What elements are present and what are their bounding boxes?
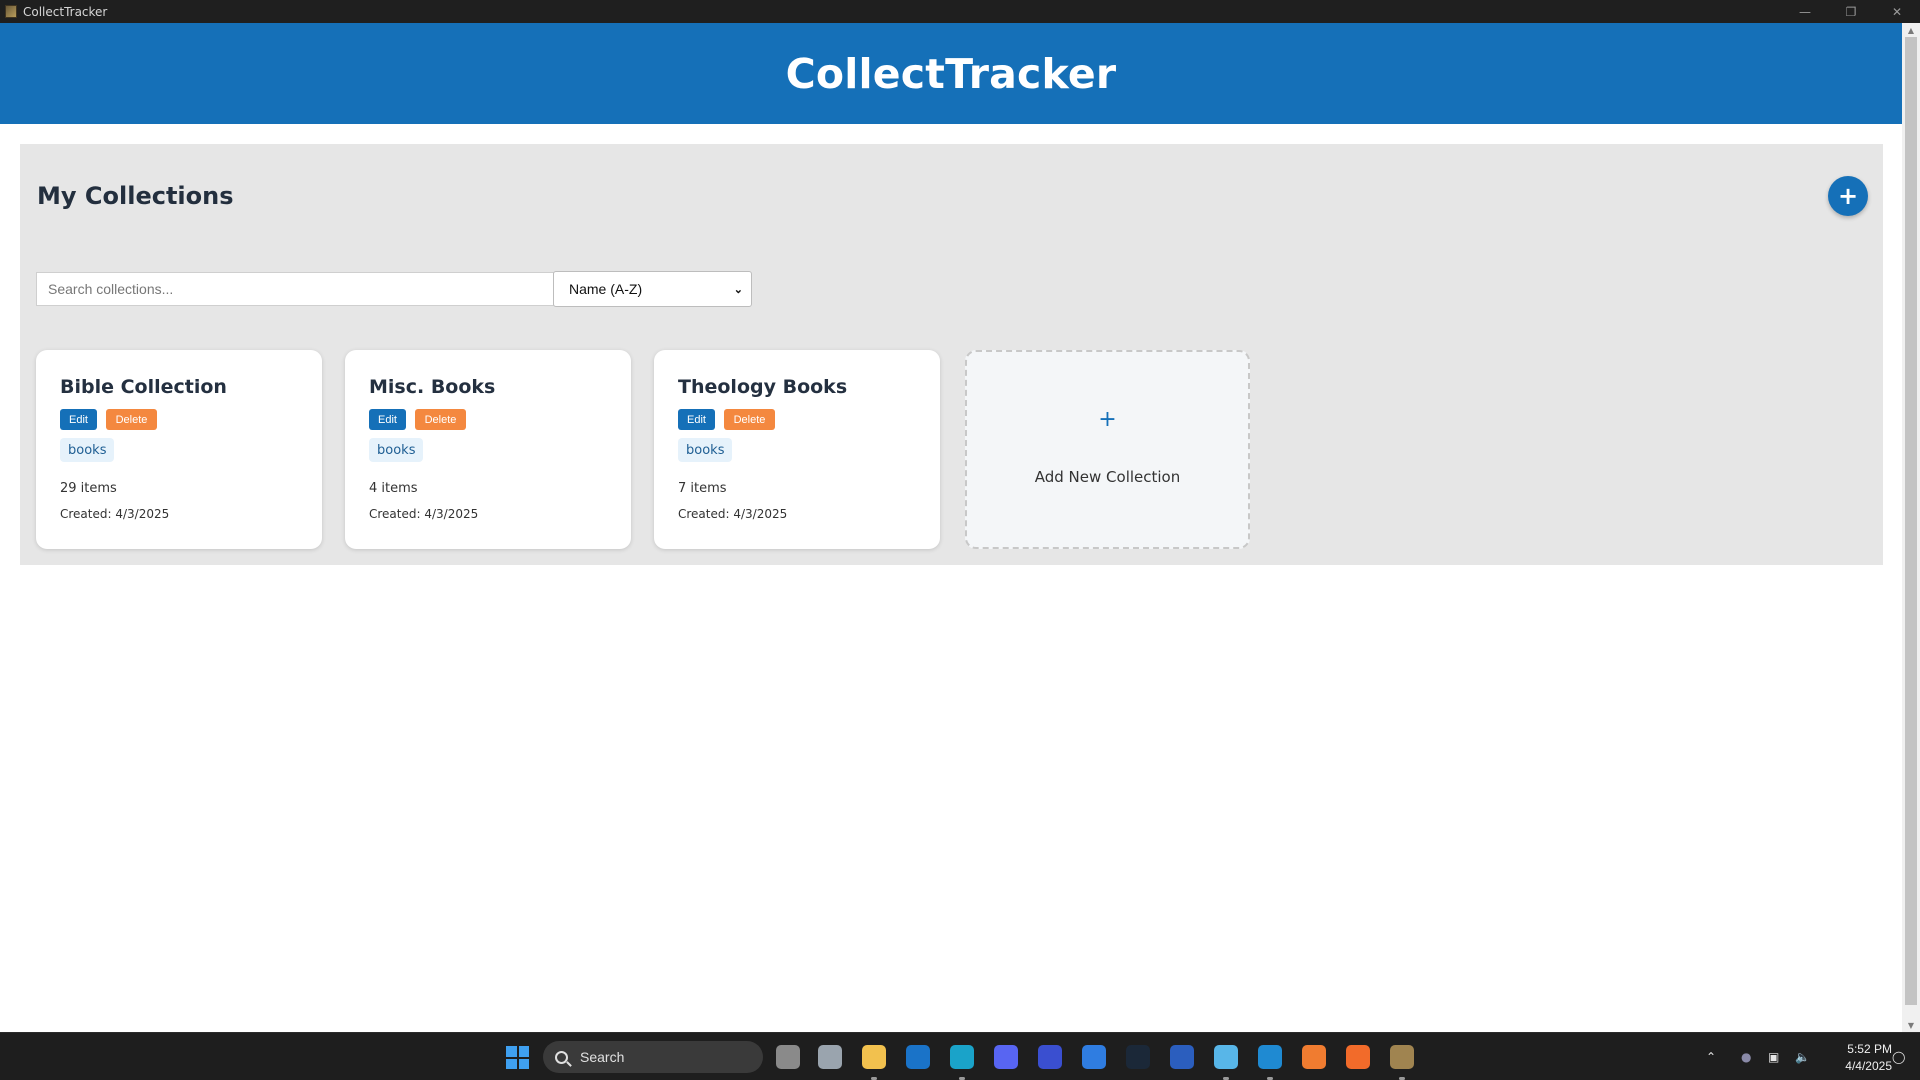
collecttracker-app-icon: [5, 5, 17, 18]
settings-icon[interactable]: [818, 1045, 842, 1069]
windows-start-icon[interactable]: [506, 1046, 529, 1069]
window-title: CollectTracker: [23, 4, 108, 19]
clock-date: 4/4/2025: [1845, 1059, 1892, 1073]
created-date: Created: 4/3/2025: [60, 507, 170, 521]
plus-icon: +: [1098, 407, 1117, 432]
clock-time: 5:52 PM: [1847, 1042, 1892, 1056]
collection-tag: books: [60, 438, 115, 462]
add-new-collection-label: Add New Collection: [1034, 468, 1181, 486]
item-count: 7 items: [678, 481, 727, 496]
volume-icon[interactable]: 🔈: [1795, 1033, 1810, 1080]
brave-icon[interactable]: [1346, 1045, 1370, 1069]
collection-title: Theology Books: [678, 376, 848, 398]
collection-title: Bible Collection: [60, 376, 227, 398]
word-icon[interactable]: [1170, 1045, 1194, 1069]
collection-card[interactable]: Bible Collection Edit Delete books 29 it…: [36, 350, 322, 549]
discord-icon[interactable]: [994, 1045, 1018, 1069]
edit-button[interactable]: Edit: [60, 409, 97, 430]
tray-overflow-icon[interactable]: ⌃: [1706, 1033, 1716, 1080]
taskbar-clock[interactable]: 5:52 PM 4/4/2025: [1822, 1041, 1892, 1075]
delete-button[interactable]: Delete: [415, 409, 466, 430]
xampp-icon[interactable]: [1302, 1045, 1326, 1069]
delete-button[interactable]: Delete: [106, 409, 157, 430]
add-new-collection-card[interactable]: + Add New Collection: [965, 350, 1250, 549]
task-view-icon[interactable]: [776, 1045, 800, 1069]
outlook-icon[interactable]: [906, 1045, 930, 1069]
created-date: Created: 4/3/2025: [369, 507, 479, 521]
search-collections-input[interactable]: [36, 272, 554, 306]
notification-bell-icon[interactable]: ◯: [1892, 1033, 1905, 1080]
taskbar-search[interactable]: Search: [543, 1041, 763, 1073]
taskbar-search-label: Search: [580, 1049, 625, 1065]
app-header: CollectTracker: [0, 23, 1902, 124]
vscode-icon[interactable]: [1258, 1045, 1282, 1069]
copilot-icon[interactable]: [1082, 1045, 1106, 1069]
microphone-icon[interactable]: ●: [1741, 1033, 1751, 1080]
edit-button[interactable]: Edit: [369, 409, 406, 430]
app-title: CollectTracker: [785, 49, 1117, 98]
collection-tag: books: [369, 438, 424, 462]
scroll-up-icon[interactable]: ▲: [1902, 23, 1920, 37]
window-titlebar: CollectTracker — ❐ ✕: [0, 0, 1920, 23]
vertical-scrollbar[interactable]: ▲ ▼: [1902, 23, 1920, 1032]
steam-icon[interactable]: [1126, 1045, 1150, 1069]
add-collection-fab[interactable]: +: [1828, 176, 1868, 216]
collection-card[interactable]: Misc. Books Edit Delete books 4 items Cr…: [345, 350, 631, 549]
search-icon: [555, 1050, 568, 1064]
network-icon[interactable]: ▣: [1768, 1033, 1779, 1080]
window-controls: — ❐ ✕: [1782, 0, 1920, 23]
scroll-down-icon[interactable]: ▼: [1902, 1018, 1920, 1032]
collection-title: Misc. Books: [369, 376, 496, 398]
close-button[interactable]: ✕: [1874, 0, 1920, 23]
collection-card[interactable]: Theology Books Edit Delete books 7 items…: [654, 350, 940, 549]
delete-button[interactable]: Delete: [724, 409, 775, 430]
app-icon[interactable]: [1038, 1045, 1062, 1069]
scrollbar-thumb[interactable]: [1905, 37, 1917, 1005]
collections-panel: My Collections + Name (A-Z) ⌄ Bible Coll…: [20, 144, 1883, 565]
item-count: 29 items: [60, 481, 117, 496]
taskbar: Search ⌃ ● ▣ 🔈 5:52 PM 4/4/2025 ◯: [0, 1032, 1920, 1080]
file-explorer-icon[interactable]: [862, 1045, 886, 1069]
notepad-icon[interactable]: [1214, 1045, 1238, 1069]
sort-selected-value: Name (A-Z): [569, 281, 643, 297]
created-date: Created: 4/3/2025: [678, 507, 788, 521]
sort-select[interactable]: Name (A-Z) ⌄: [553, 271, 752, 307]
edge-icon[interactable]: [950, 1045, 974, 1069]
chevron-down-icon: ⌄: [733, 283, 743, 296]
page-title: My Collections: [37, 182, 234, 210]
item-count: 4 items: [369, 481, 418, 496]
collection-tag: books: [678, 438, 733, 462]
restore-button[interactable]: ❐: [1828, 0, 1874, 23]
minimize-button[interactable]: —: [1782, 0, 1828, 23]
collecttracker-icon[interactable]: [1390, 1045, 1414, 1069]
edit-button[interactable]: Edit: [678, 409, 715, 430]
